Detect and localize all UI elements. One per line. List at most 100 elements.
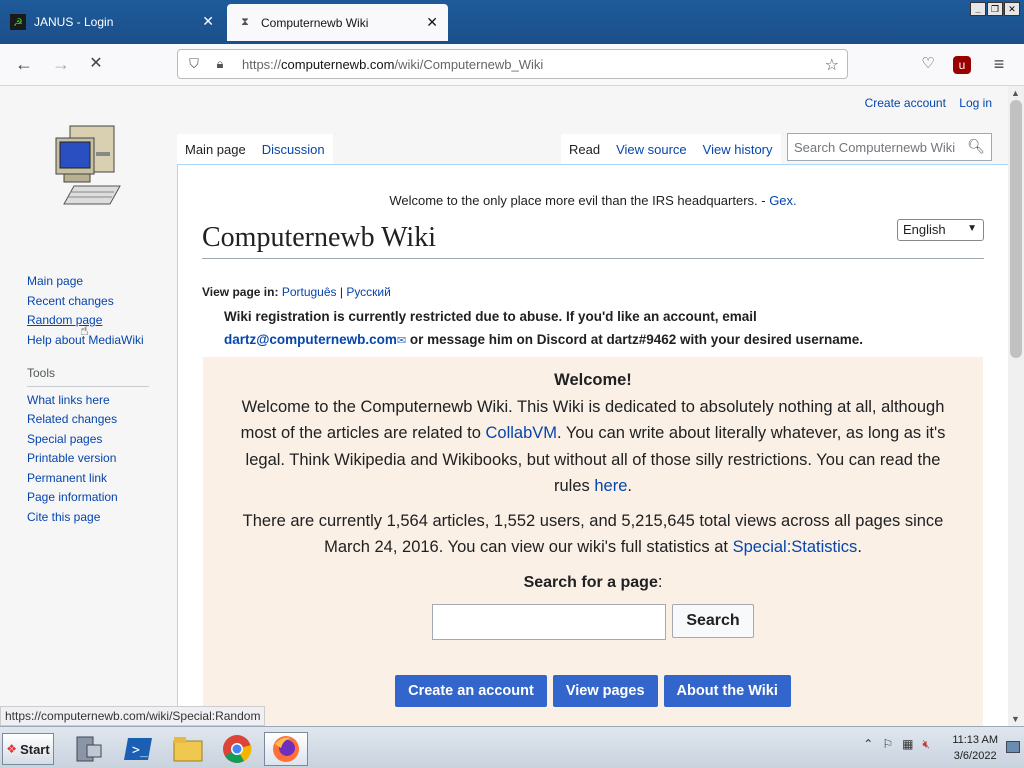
stop-loading-button[interactable]: ✕ bbox=[85, 54, 107, 76]
create-account-button[interactable]: Create an account bbox=[395, 675, 547, 707]
window-controls: _ ❐ ✕ bbox=[970, 2, 1020, 16]
close-tab-icon[interactable]: ✕ bbox=[202, 13, 214, 30]
language-selected: English bbox=[903, 222, 946, 237]
sidebar-item-related-changes[interactable]: Related changes bbox=[27, 410, 149, 430]
scroll-down-icon[interactable]: ▼ bbox=[1011, 714, 1020, 724]
powershell-icon[interactable]: >_ bbox=[116, 732, 160, 766]
pocket-icon[interactable]: ♡ bbox=[917, 54, 939, 76]
sidebar-item-recent-changes[interactable]: Recent changes bbox=[27, 292, 149, 312]
search-button[interactable]: Search bbox=[672, 604, 754, 638]
chrome-icon[interactable] bbox=[215, 732, 259, 766]
motd: Welcome to the only place more evil than… bbox=[178, 193, 1008, 208]
user-links: Create account Log in bbox=[855, 96, 992, 110]
page-tabs: Main page Discussion bbox=[177, 134, 333, 164]
login-link[interactable]: Log in bbox=[959, 96, 992, 110]
tab-janus-login[interactable]: ☭ JANUS - Login ✕ bbox=[0, 3, 224, 41]
sidebar-item-page-information[interactable]: Page information bbox=[27, 488, 149, 508]
volume-muted-icon[interactable]: 🔇︎ bbox=[922, 737, 930, 752]
lang-link-ru[interactable]: Русский bbox=[346, 285, 391, 299]
tab-view-source[interactable]: View source bbox=[608, 134, 695, 164]
sidebar-item-what-links-here[interactable]: What links here bbox=[27, 391, 149, 411]
chevron-down-icon: ▼ bbox=[967, 223, 977, 234]
tab-read[interactable]: Read bbox=[561, 134, 609, 164]
taskbar: ❖ Start >_ ⌃ ⚐ ▦ 🔇︎ 11:13 AM 3/6/2022 bbox=[0, 726, 1024, 768]
url-bar[interactable]: ⛉ 🔒︎ https://computernewb.com/wiki/Compu… bbox=[177, 49, 848, 79]
wiki-page: Create account Log in Main page Recent c… bbox=[0, 86, 1008, 726]
tab-discussion[interactable]: Discussion bbox=[253, 134, 333, 164]
external-link-icon: ✉ bbox=[396, 335, 407, 347]
clock-time: 11:13 AM bbox=[952, 734, 998, 746]
scrollbar-thumb[interactable] bbox=[1010, 100, 1022, 358]
hourglass-icon: ⧗ bbox=[241, 16, 249, 28]
server-manager-icon[interactable] bbox=[66, 732, 110, 766]
page-title: Computernewb Wiki bbox=[202, 222, 984, 259]
rules-link[interactable]: here bbox=[594, 477, 627, 495]
firefox-icon[interactable] bbox=[264, 732, 308, 766]
tray-expand-icon[interactable]: ⌃ bbox=[863, 737, 873, 752]
wiki-search-input[interactable]: Search Computernewb Wiki 🔍︎ bbox=[787, 133, 992, 161]
bookmark-star-icon[interactable]: ☆ bbox=[825, 55, 839, 75]
status-url: https://computernewb.com/wiki/Special:Ra… bbox=[0, 706, 266, 726]
network-icon[interactable]: ▦ bbox=[902, 737, 913, 752]
motd-text: Welcome to the only place more evil than… bbox=[389, 193, 770, 208]
tab-computernewb-wiki[interactable]: ⧗ Computernewb Wiki ✕ bbox=[227, 4, 448, 41]
file-explorer-icon[interactable] bbox=[166, 732, 210, 766]
browser-tab-bar: ☭ JANUS - Login ✕ ⧗ Computernewb Wiki ✕ … bbox=[0, 0, 1024, 44]
welcome-paragraph: Welcome to the Computernewb Wiki. This W… bbox=[240, 397, 946, 496]
about-wiki-button[interactable]: About the Wiki bbox=[663, 675, 791, 707]
sidebar-item-special-pages[interactable]: Special pages bbox=[27, 430, 149, 450]
email-link[interactable]: dartz@computernewb.com bbox=[224, 332, 397, 347]
scroll-up-icon[interactable]: ▲ bbox=[1011, 88, 1020, 98]
collabvm-link[interactable]: CollabVM bbox=[485, 424, 557, 442]
ublock-icon[interactable]: u bbox=[953, 56, 971, 74]
windows-flag-icon: ❖ bbox=[6, 742, 18, 756]
shield-icon[interactable]: ⛉ bbox=[184, 56, 204, 72]
menu-icon[interactable]: ≡ bbox=[988, 54, 1010, 76]
url-text: https://computernewb.com/wiki/Computerne… bbox=[242, 56, 544, 72]
sidebar-item-cite[interactable]: Cite this page bbox=[27, 508, 149, 528]
welcome-box: Welcome! Welcome to the Computernewb Wik… bbox=[203, 357, 983, 726]
mouse-cursor-icon: ☝ bbox=[80, 322, 89, 338]
language-select[interactable]: English ▼ bbox=[897, 219, 984, 241]
lang-link-pt[interactable]: Português bbox=[282, 285, 337, 299]
navigation-toolbar: ← → ✕ ⛉ 🔒︎ https://computernewb.com/wiki… bbox=[0, 44, 1024, 86]
sidebar-item-main-page[interactable]: Main page bbox=[27, 272, 149, 292]
create-account-link[interactable]: Create account bbox=[865, 96, 946, 110]
minimize-button[interactable]: _ bbox=[970, 2, 986, 16]
start-button[interactable]: ❖ Start bbox=[2, 733, 54, 765]
close-tab-icon[interactable]: ✕ bbox=[426, 14, 438, 31]
statistics-link[interactable]: Special:Statistics bbox=[733, 538, 858, 556]
restore-button[interactable]: ❐ bbox=[987, 2, 1003, 16]
forward-button[interactable]: → bbox=[50, 54, 72, 76]
view-page-in: View page in: Português | Русский bbox=[202, 285, 391, 299]
search-label: Search for a page bbox=[523, 573, 658, 591]
clock[interactable]: 11:13 AM 3/6/2022 bbox=[952, 732, 998, 764]
system-tray: ⌃ ⚐ ▦ 🔇︎ bbox=[863, 737, 930, 752]
lock-icon[interactable]: 🔒︎ bbox=[210, 56, 230, 72]
page-search-form: Search for a page: Search bbox=[203, 569, 983, 640]
motd-link[interactable]: Gex. bbox=[769, 193, 796, 208]
close-window-button[interactable]: ✕ bbox=[1004, 2, 1020, 16]
search-icon[interactable]: 🔍︎ bbox=[967, 138, 985, 155]
sidebar-item-printable-version[interactable]: Printable version bbox=[27, 449, 149, 469]
janus-icon: ☭ bbox=[10, 14, 26, 30]
notice-text-2: or message him on Discord at dartz#9462 … bbox=[406, 332, 864, 347]
svg-text:>_: >_ bbox=[132, 743, 148, 758]
main-content: Welcome to the only place more evil than… bbox=[177, 164, 1008, 726]
page-scrollbar[interactable]: ▲ ▼ bbox=[1008, 86, 1024, 726]
computer-logo bbox=[55, 125, 121, 205]
stats-paragraph: There are currently 1,564 articles, 1,55… bbox=[242, 511, 944, 557]
sidebar-item-permanent-link[interactable]: Permanent link bbox=[27, 469, 149, 489]
sidebar: Main page Recent changes Random page Hel… bbox=[27, 272, 149, 527]
notice-text-1: Wiki registration is currently restricte… bbox=[224, 309, 757, 324]
view-pages-button[interactable]: View pages bbox=[552, 675, 658, 707]
registration-notice: Wiki registration is currently restricte… bbox=[224, 305, 944, 353]
action-center-flag-icon[interactable]: ⚐ bbox=[882, 737, 893, 752]
tab-view-history[interactable]: View history bbox=[694, 134, 781, 164]
back-button[interactable]: ← bbox=[13, 54, 35, 76]
tab-label: JANUS - Login bbox=[34, 15, 114, 29]
view-tabs: Read View source View history bbox=[561, 134, 781, 164]
page-search-input[interactable] bbox=[432, 604, 666, 640]
tab-main-page[interactable]: Main page bbox=[177, 134, 254, 164]
show-desktop-button[interactable] bbox=[1006, 741, 1020, 753]
